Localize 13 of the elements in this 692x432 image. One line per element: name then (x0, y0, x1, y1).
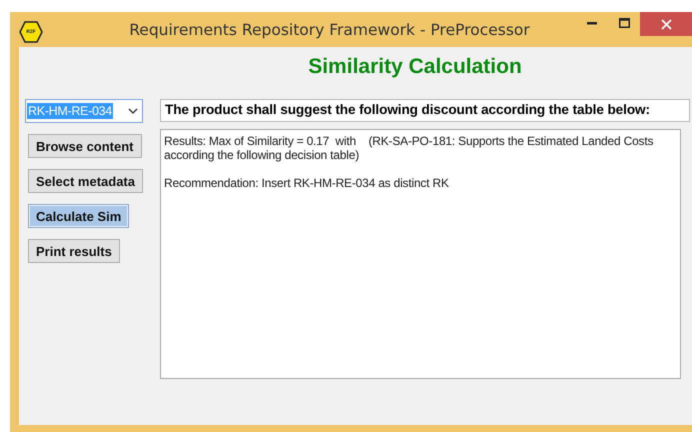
action-button[interactable]: Print results (28, 239, 120, 263)
chevron-icon (128, 108, 138, 114)
window-title: Requirements Repository Framework - PreProcessor (128, 21, 531, 39)
close-button[interactable] (640, 12, 692, 36)
result-text: Results: Max of Similarity = 0.17 with (RK-SA-PO-181: Supports the Estimated Landed Costs according the following decision table) (164, 134, 654, 162)
requirement-text-field[interactable]: The product shall suggest the following discount according the table below: (160, 99, 690, 122)
page-heading: Similarity Calculation (307, 55, 523, 79)
action-button[interactable]: Browse content (28, 134, 142, 158)
results-text-area[interactable]: Results: Max of Similarity = 0.17 with (RK-SA-PO-181: Supports the Estimated Landed Costs according the following decision table) Recommendation: Insert RK-HM-RE-034 as distinct RK (160, 129, 681, 379)
action-button[interactable]: Select metadata (28, 169, 143, 193)
close-icon (660, 18, 672, 30)
action-button[interactable]: Calculate Sim (28, 204, 130, 228)
result-text: Recommendation: Insert RK-HM-RE-034 as distinct RK (164, 176, 450, 190)
